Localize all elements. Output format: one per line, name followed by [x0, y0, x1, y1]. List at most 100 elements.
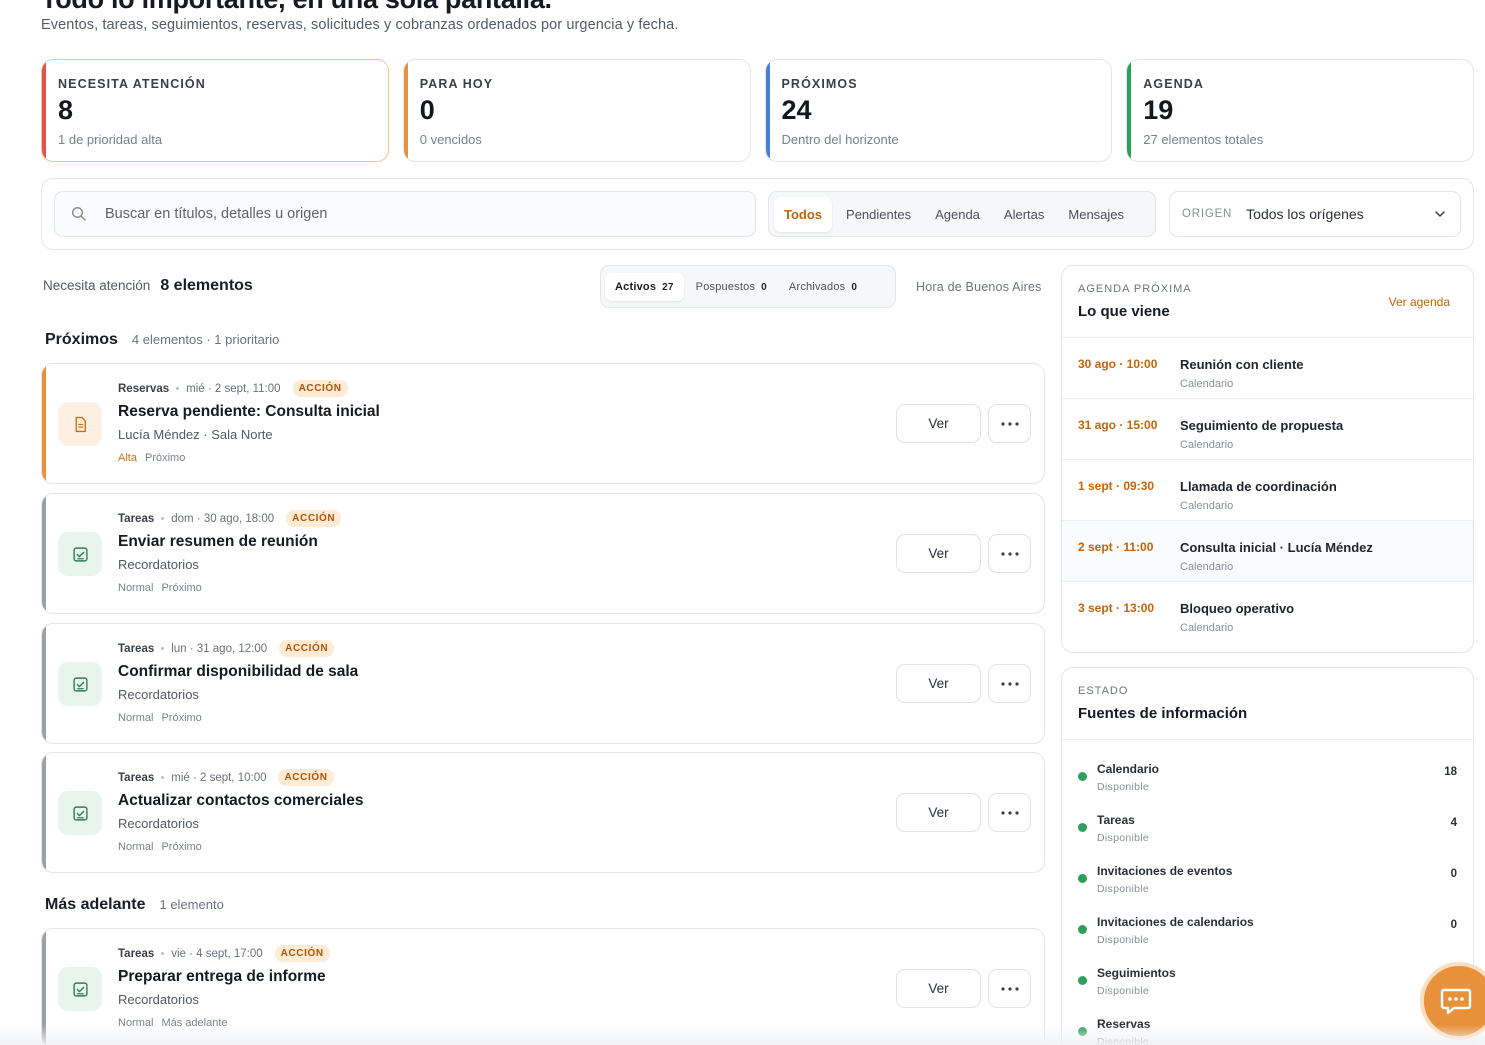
- agenda-title: Bloqueo operativo: [1180, 601, 1295, 616]
- list-item[interactable]: Tareas vie · 4 sept, 17:00 ACCIÓN Prepar…: [41, 928, 1045, 1045]
- view-button[interactable]: Ver: [896, 534, 981, 573]
- stat-card-today[interactable]: PARA HOY 0 0 vencidos: [402, 59, 751, 162]
- agenda-item[interactable]: 31 ago · 15:00 Seguimiento de propuesta …: [1062, 398, 1473, 459]
- status-dot: [1078, 925, 1087, 934]
- attention-count: 8 elementos: [160, 277, 253, 294]
- agenda-title: Reunión con cliente: [1180, 357, 1304, 372]
- source-item: Tareas Disponible 4: [1062, 797, 1473, 848]
- item-source: Tareas: [118, 512, 155, 525]
- search-input[interactable]: [105, 206, 705, 222]
- panel-eyebrow: ESTADO: [1078, 685, 1129, 697]
- source-count: 0: [1450, 919, 1457, 931]
- panel-eyebrow: AGENDA PRÓXIMA: [1078, 283, 1192, 295]
- tab-activos[interactable]: Activos 27: [605, 272, 684, 301]
- view-button[interactable]: Ver: [896, 793, 981, 832]
- agenda-source: Calendario: [1180, 500, 1234, 512]
- source-name: Tareas: [1097, 813, 1135, 827]
- item-when: mié · 2 sept, 11:00: [186, 382, 281, 395]
- tab-todos[interactable]: Todos: [774, 196, 833, 232]
- list-item[interactable]: Tareas lun · 31 ago, 12:00 ACCIÓN Confir…: [41, 623, 1045, 744]
- source-name: Calendario: [1097, 762, 1160, 776]
- status-dot: [1078, 772, 1087, 781]
- source-count: 4: [1450, 817, 1457, 829]
- action-badge: ACCIÓN: [278, 769, 334, 786]
- task-icon: [72, 981, 88, 997]
- attention-summary: Necesita atención 8 elementos: [43, 277, 253, 295]
- item-tags: Normal Más adelante: [118, 1017, 228, 1029]
- stat-value: 8: [58, 95, 74, 125]
- origin-select[interactable]: ORIGEN Todos los orígenes: [1169, 191, 1461, 237]
- list-item[interactable]: Reservas mié · 2 sept, 11:00 ACCIÓN Rese…: [41, 363, 1045, 484]
- view-button[interactable]: Ver: [896, 969, 981, 1008]
- status-dot: [1078, 1027, 1087, 1036]
- tab-alertas[interactable]: Alertas: [994, 197, 1054, 232]
- item-when: dom · 30 ago, 18:00: [171, 512, 275, 525]
- more-options-button[interactable]: [988, 664, 1031, 703]
- agenda-title: Consulta inicial · Lucía Méndez: [1180, 540, 1373, 555]
- agenda-item[interactable]: 3 sept · 13:00 Bloqueo operativo Calenda…: [1062, 581, 1473, 642]
- agenda-title: Seguimiento de propuesta: [1180, 418, 1344, 433]
- task-icon: [72, 676, 88, 692]
- status-dot: [1078, 976, 1087, 985]
- search-icon: [71, 206, 86, 221]
- stat-label: PRÓXIMOS: [781, 77, 858, 91]
- tab-label: Pospuestos: [695, 280, 756, 293]
- agenda-item[interactable]: 2 sept · 11:00 Consulta inicial · Lucía …: [1062, 520, 1473, 581]
- stat-card-upcoming[interactable]: PRÓXIMOS 24 Dentro del horizonte: [764, 59, 1113, 162]
- tab-label: Activos: [615, 280, 657, 293]
- agenda-time: 2 sept · 11:00: [1078, 540, 1154, 554]
- more-icon: [1000, 986, 1019, 991]
- item-title: Reserva pendiente: Consulta inicial: [118, 403, 380, 420]
- attention-label: Necesita atención: [43, 278, 151, 293]
- list-item[interactable]: Tareas mié · 2 sept, 10:00 ACCIÓN Actual…: [41, 752, 1045, 873]
- more-options-button[interactable]: [988, 404, 1031, 443]
- status-tag: Próximo: [144, 452, 186, 464]
- item-title: Enviar resumen de reunión: [118, 533, 318, 550]
- page-title: Todo lo importante, en una sola pantalla…: [41, 0, 552, 15]
- view-button[interactable]: Ver: [896, 664, 981, 703]
- separator-dot: [161, 647, 165, 650]
- status-tag: Próximo: [161, 841, 202, 853]
- status-tag: Próximo: [161, 712, 202, 724]
- stat-card-attention[interactable]: NECESITA ATENCIÓN 8 1 de prioridad alta: [41, 59, 389, 162]
- list-item[interactable]: Tareas dom · 30 ago, 18:00 ACCIÓN Enviar…: [41, 493, 1045, 614]
- timezone-label: Hora de Buenos Aires: [916, 280, 1042, 294]
- source-status: Disponible: [1097, 883, 1150, 895]
- status-tag: Próximo: [161, 582, 202, 594]
- search-box[interactable]: [54, 191, 756, 237]
- item-desc: Lucía Méndez · Sala Norte: [118, 427, 273, 442]
- group-header-mas-adelante: Más adelante 1 elemento: [45, 896, 224, 914]
- stat-label: AGENDA: [1143, 77, 1205, 91]
- agenda-item[interactable]: 30 ago · 10:00 Reunión con cliente Calen…: [1062, 337, 1473, 398]
- stat-value: 0: [419, 95, 435, 125]
- tab-archivados[interactable]: Archivados 0: [779, 273, 867, 301]
- stat-card-agenda[interactable]: AGENDA 19 27 elementos totales: [1126, 59, 1474, 162]
- source-item: Invitaciones de calendarios Disponible 0: [1062, 899, 1473, 950]
- tab-pendientes[interactable]: Pendientes: [836, 197, 921, 232]
- source-name: Invitaciones de calendarios: [1097, 915, 1254, 929]
- tab-pospuestos[interactable]: Pospuestos 0: [686, 273, 777, 301]
- view-button[interactable]: Ver: [896, 404, 981, 443]
- more-options-button[interactable]: [988, 969, 1031, 1008]
- more-icon: [1000, 551, 1019, 556]
- stat-sub: 27 elementos totales: [1143, 132, 1264, 147]
- agenda-time: 3 sept · 13:00: [1078, 601, 1155, 615]
- more-icon: [1000, 810, 1019, 815]
- agenda-time: 31 ago · 15:00: [1078, 418, 1158, 432]
- agenda-source: Calendario: [1180, 439, 1234, 451]
- separator-dot: [161, 952, 165, 955]
- source-count: 0: [1450, 868, 1457, 880]
- action-badge: ACCIÓN: [274, 945, 330, 962]
- view-agenda-link[interactable]: Ver agenda: [1389, 295, 1450, 309]
- item-title: Confirmar disponibilidad de sala: [118, 663, 359, 680]
- agenda-item[interactable]: 1 sept · 09:30 Llamada de coordinación C…: [1062, 459, 1473, 520]
- more-options-button[interactable]: [988, 793, 1031, 832]
- item-desc: Recordatorios: [118, 816, 199, 831]
- status-tabs: Activos 27 Pospuestos 0 Archivados 0: [600, 265, 896, 308]
- tab-mensajes[interactable]: Mensajes: [1058, 197, 1134, 232]
- item-icon: [58, 791, 102, 835]
- tab-agenda[interactable]: Agenda: [925, 197, 990, 232]
- action-badge: ACCIÓN: [292, 380, 348, 397]
- more-options-button[interactable]: [988, 534, 1031, 573]
- stats-row: NECESITA ATENCIÓN 8 1 de prioridad alta …: [41, 59, 1474, 162]
